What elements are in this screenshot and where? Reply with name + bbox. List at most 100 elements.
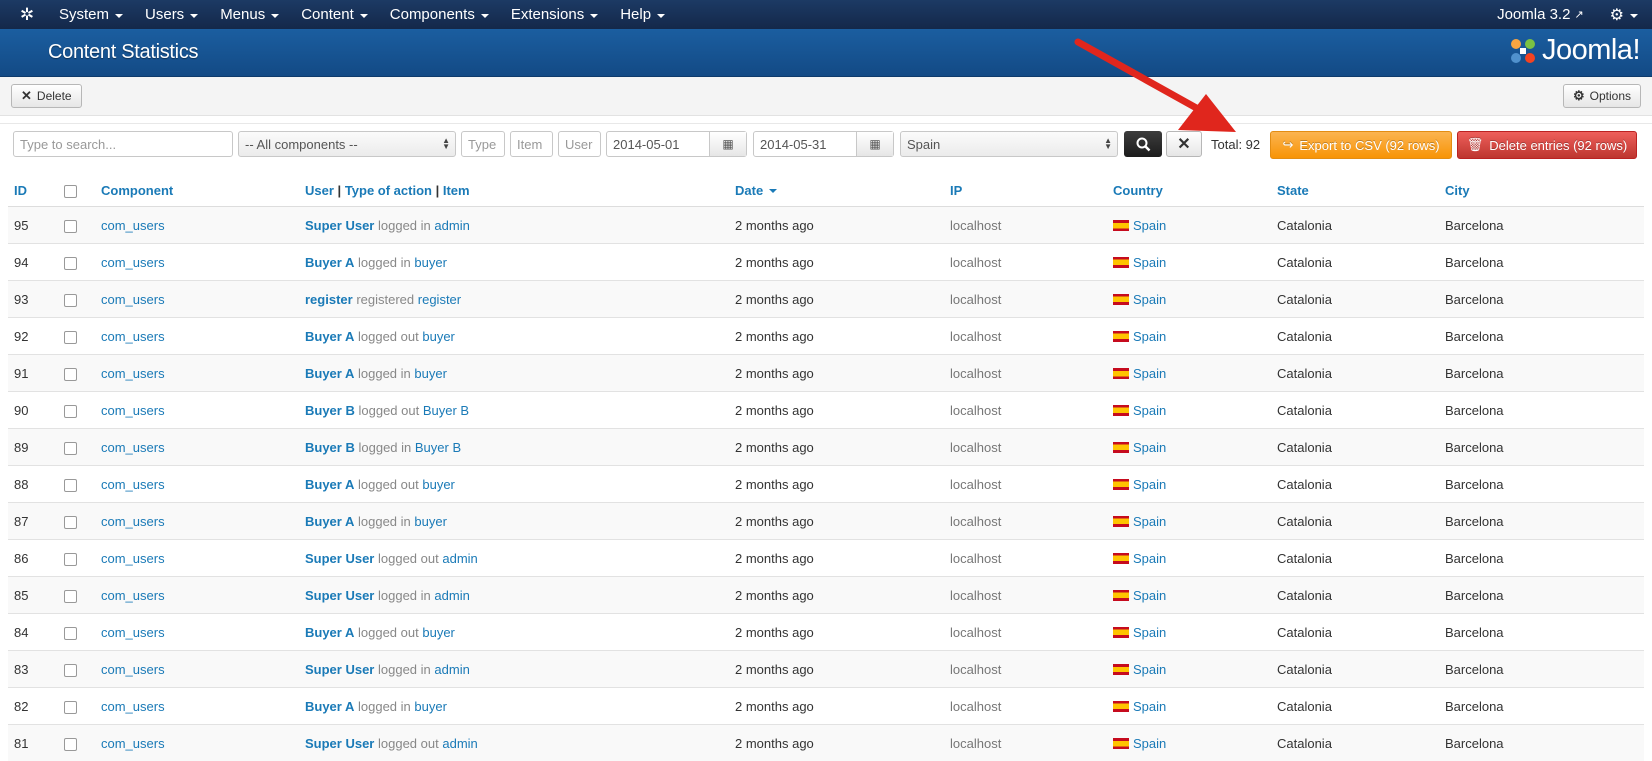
country-link[interactable]: Spain xyxy=(1133,514,1166,529)
item-link[interactable]: Buyer B xyxy=(415,440,461,455)
date-sort-link[interactable]: Date xyxy=(735,183,763,198)
item-link[interactable]: buyer xyxy=(414,514,447,529)
component-link[interactable]: com_users xyxy=(101,662,165,677)
user-link[interactable]: Buyer B xyxy=(305,403,355,418)
user-link[interactable]: Buyer B xyxy=(305,440,355,455)
user-input[interactable]: User xyxy=(558,131,601,157)
menu-help[interactable]: Help xyxy=(609,6,676,23)
country-link[interactable]: Spain xyxy=(1133,477,1166,492)
user-menu-gear[interactable]: ⚙ xyxy=(1610,5,1638,25)
row-checkbox[interactable] xyxy=(64,294,77,307)
user-link[interactable]: Super User xyxy=(305,551,374,566)
item-link[interactable]: admin xyxy=(434,588,469,603)
search-input[interactable]: Type to search... xyxy=(13,131,233,157)
user-link[interactable]: Buyer A xyxy=(305,699,354,714)
component-sort-link[interactable]: Component xyxy=(101,183,173,198)
item-link[interactable]: admin xyxy=(434,662,469,677)
component-link[interactable]: com_users xyxy=(101,403,165,418)
country-link[interactable]: Spain xyxy=(1133,699,1166,714)
component-link[interactable]: com_users xyxy=(101,514,165,529)
item-link[interactable]: buyer xyxy=(414,255,447,270)
row-checkbox[interactable] xyxy=(64,405,77,418)
component-link[interactable]: com_users xyxy=(101,218,165,233)
row-checkbox[interactable] xyxy=(64,516,77,529)
component-link[interactable]: com_users xyxy=(101,699,165,714)
component-link[interactable]: com_users xyxy=(101,329,165,344)
export-csv-button[interactable]: ↪Export to CSV (92 rows) xyxy=(1270,131,1452,159)
item-link[interactable]: admin xyxy=(442,736,477,751)
component-select[interactable]: -- All components -- ▲▼ xyxy=(238,131,456,157)
country-link[interactable]: Spain xyxy=(1133,403,1166,418)
country-link[interactable]: Spain xyxy=(1133,292,1166,307)
search-button[interactable] xyxy=(1124,131,1162,157)
joomla-icon[interactable]: ✲ xyxy=(14,5,40,25)
row-checkbox[interactable] xyxy=(64,590,77,603)
item-link[interactable]: buyer xyxy=(422,477,455,492)
row-checkbox[interactable] xyxy=(64,738,77,751)
user-link[interactable]: Buyer A xyxy=(305,625,354,640)
clear-button[interactable]: ✕ xyxy=(1166,131,1202,157)
menu-extensions[interactable]: Extensions xyxy=(500,6,609,23)
country-link[interactable]: Spain xyxy=(1133,588,1166,603)
row-checkbox[interactable] xyxy=(64,442,77,455)
row-checkbox[interactable] xyxy=(64,220,77,233)
menu-content[interactable]: Content xyxy=(290,6,379,23)
item-sort-link[interactable]: Item xyxy=(443,183,470,198)
state-sort-link[interactable]: State xyxy=(1277,183,1309,198)
date-from-field[interactable]: 2014-05-01 ▦ xyxy=(606,131,747,157)
city-sort-link[interactable]: City xyxy=(1445,183,1470,198)
user-link[interactable]: Super User xyxy=(305,736,374,751)
select-all-checkbox[interactable] xyxy=(64,185,77,198)
user-link[interactable]: register xyxy=(305,292,353,307)
menu-menus[interactable]: Menus xyxy=(209,6,290,23)
user-sort-link[interactable]: User xyxy=(305,183,334,198)
component-link[interactable]: com_users xyxy=(101,477,165,492)
user-link[interactable]: Super User xyxy=(305,662,374,677)
col-id[interactable]: ID xyxy=(8,174,58,207)
row-checkbox[interactable] xyxy=(64,368,77,381)
delete-button[interactable]: ✕Delete xyxy=(11,84,82,108)
country-select[interactable]: Spain ▲▼ xyxy=(900,131,1118,157)
item-link[interactable]: buyer xyxy=(422,329,455,344)
type-input[interactable]: Type xyxy=(461,131,505,157)
country-link[interactable]: Spain xyxy=(1133,625,1166,640)
item-link[interactable]: buyer xyxy=(414,366,447,381)
country-link[interactable]: Spain xyxy=(1133,366,1166,381)
component-link[interactable]: com_users xyxy=(101,292,165,307)
country-link[interactable]: Spain xyxy=(1133,255,1166,270)
row-checkbox[interactable] xyxy=(64,479,77,492)
country-link[interactable]: Spain xyxy=(1133,551,1166,566)
user-link[interactable]: Buyer A xyxy=(305,329,354,344)
row-checkbox[interactable] xyxy=(64,257,77,270)
country-link[interactable]: Spain xyxy=(1133,736,1166,751)
component-link[interactable]: com_users xyxy=(101,551,165,566)
calendar-icon[interactable]: ▦ xyxy=(709,132,746,156)
user-link[interactable]: Buyer A xyxy=(305,366,354,381)
country-sort-link[interactable]: Country xyxy=(1113,183,1163,198)
options-button[interactable]: ⚙Options xyxy=(1563,84,1641,108)
component-link[interactable]: com_users xyxy=(101,440,165,455)
id-sort-link[interactable]: ID xyxy=(14,183,27,198)
site-link[interactable]: Joomla 3.2↗ xyxy=(1497,6,1584,23)
delete-entries-button[interactable]: 🗑Delete entries (92 rows) xyxy=(1457,131,1637,159)
user-link[interactable]: Buyer A xyxy=(305,255,354,270)
country-link[interactable]: Spain xyxy=(1133,440,1166,455)
menu-system[interactable]: System xyxy=(48,6,134,23)
user-link[interactable]: Super User xyxy=(305,218,374,233)
component-link[interactable]: com_users xyxy=(101,588,165,603)
item-link[interactable]: register xyxy=(418,292,461,307)
user-link[interactable]: Super User xyxy=(305,588,374,603)
user-link[interactable]: Buyer A xyxy=(305,477,354,492)
component-link[interactable]: com_users xyxy=(101,625,165,640)
type-sort-link[interactable]: Type of action xyxy=(345,183,432,198)
country-link[interactable]: Spain xyxy=(1133,218,1166,233)
user-link[interactable]: Buyer A xyxy=(305,514,354,529)
item-link[interactable]: Buyer B xyxy=(423,403,469,418)
menu-users[interactable]: Users xyxy=(134,6,209,23)
component-link[interactable]: com_users xyxy=(101,366,165,381)
item-link[interactable]: buyer xyxy=(422,625,455,640)
item-link[interactable]: admin xyxy=(434,218,469,233)
row-checkbox[interactable] xyxy=(64,664,77,677)
menu-components[interactable]: Components xyxy=(379,6,500,23)
item-input[interactable]: Item xyxy=(510,131,553,157)
